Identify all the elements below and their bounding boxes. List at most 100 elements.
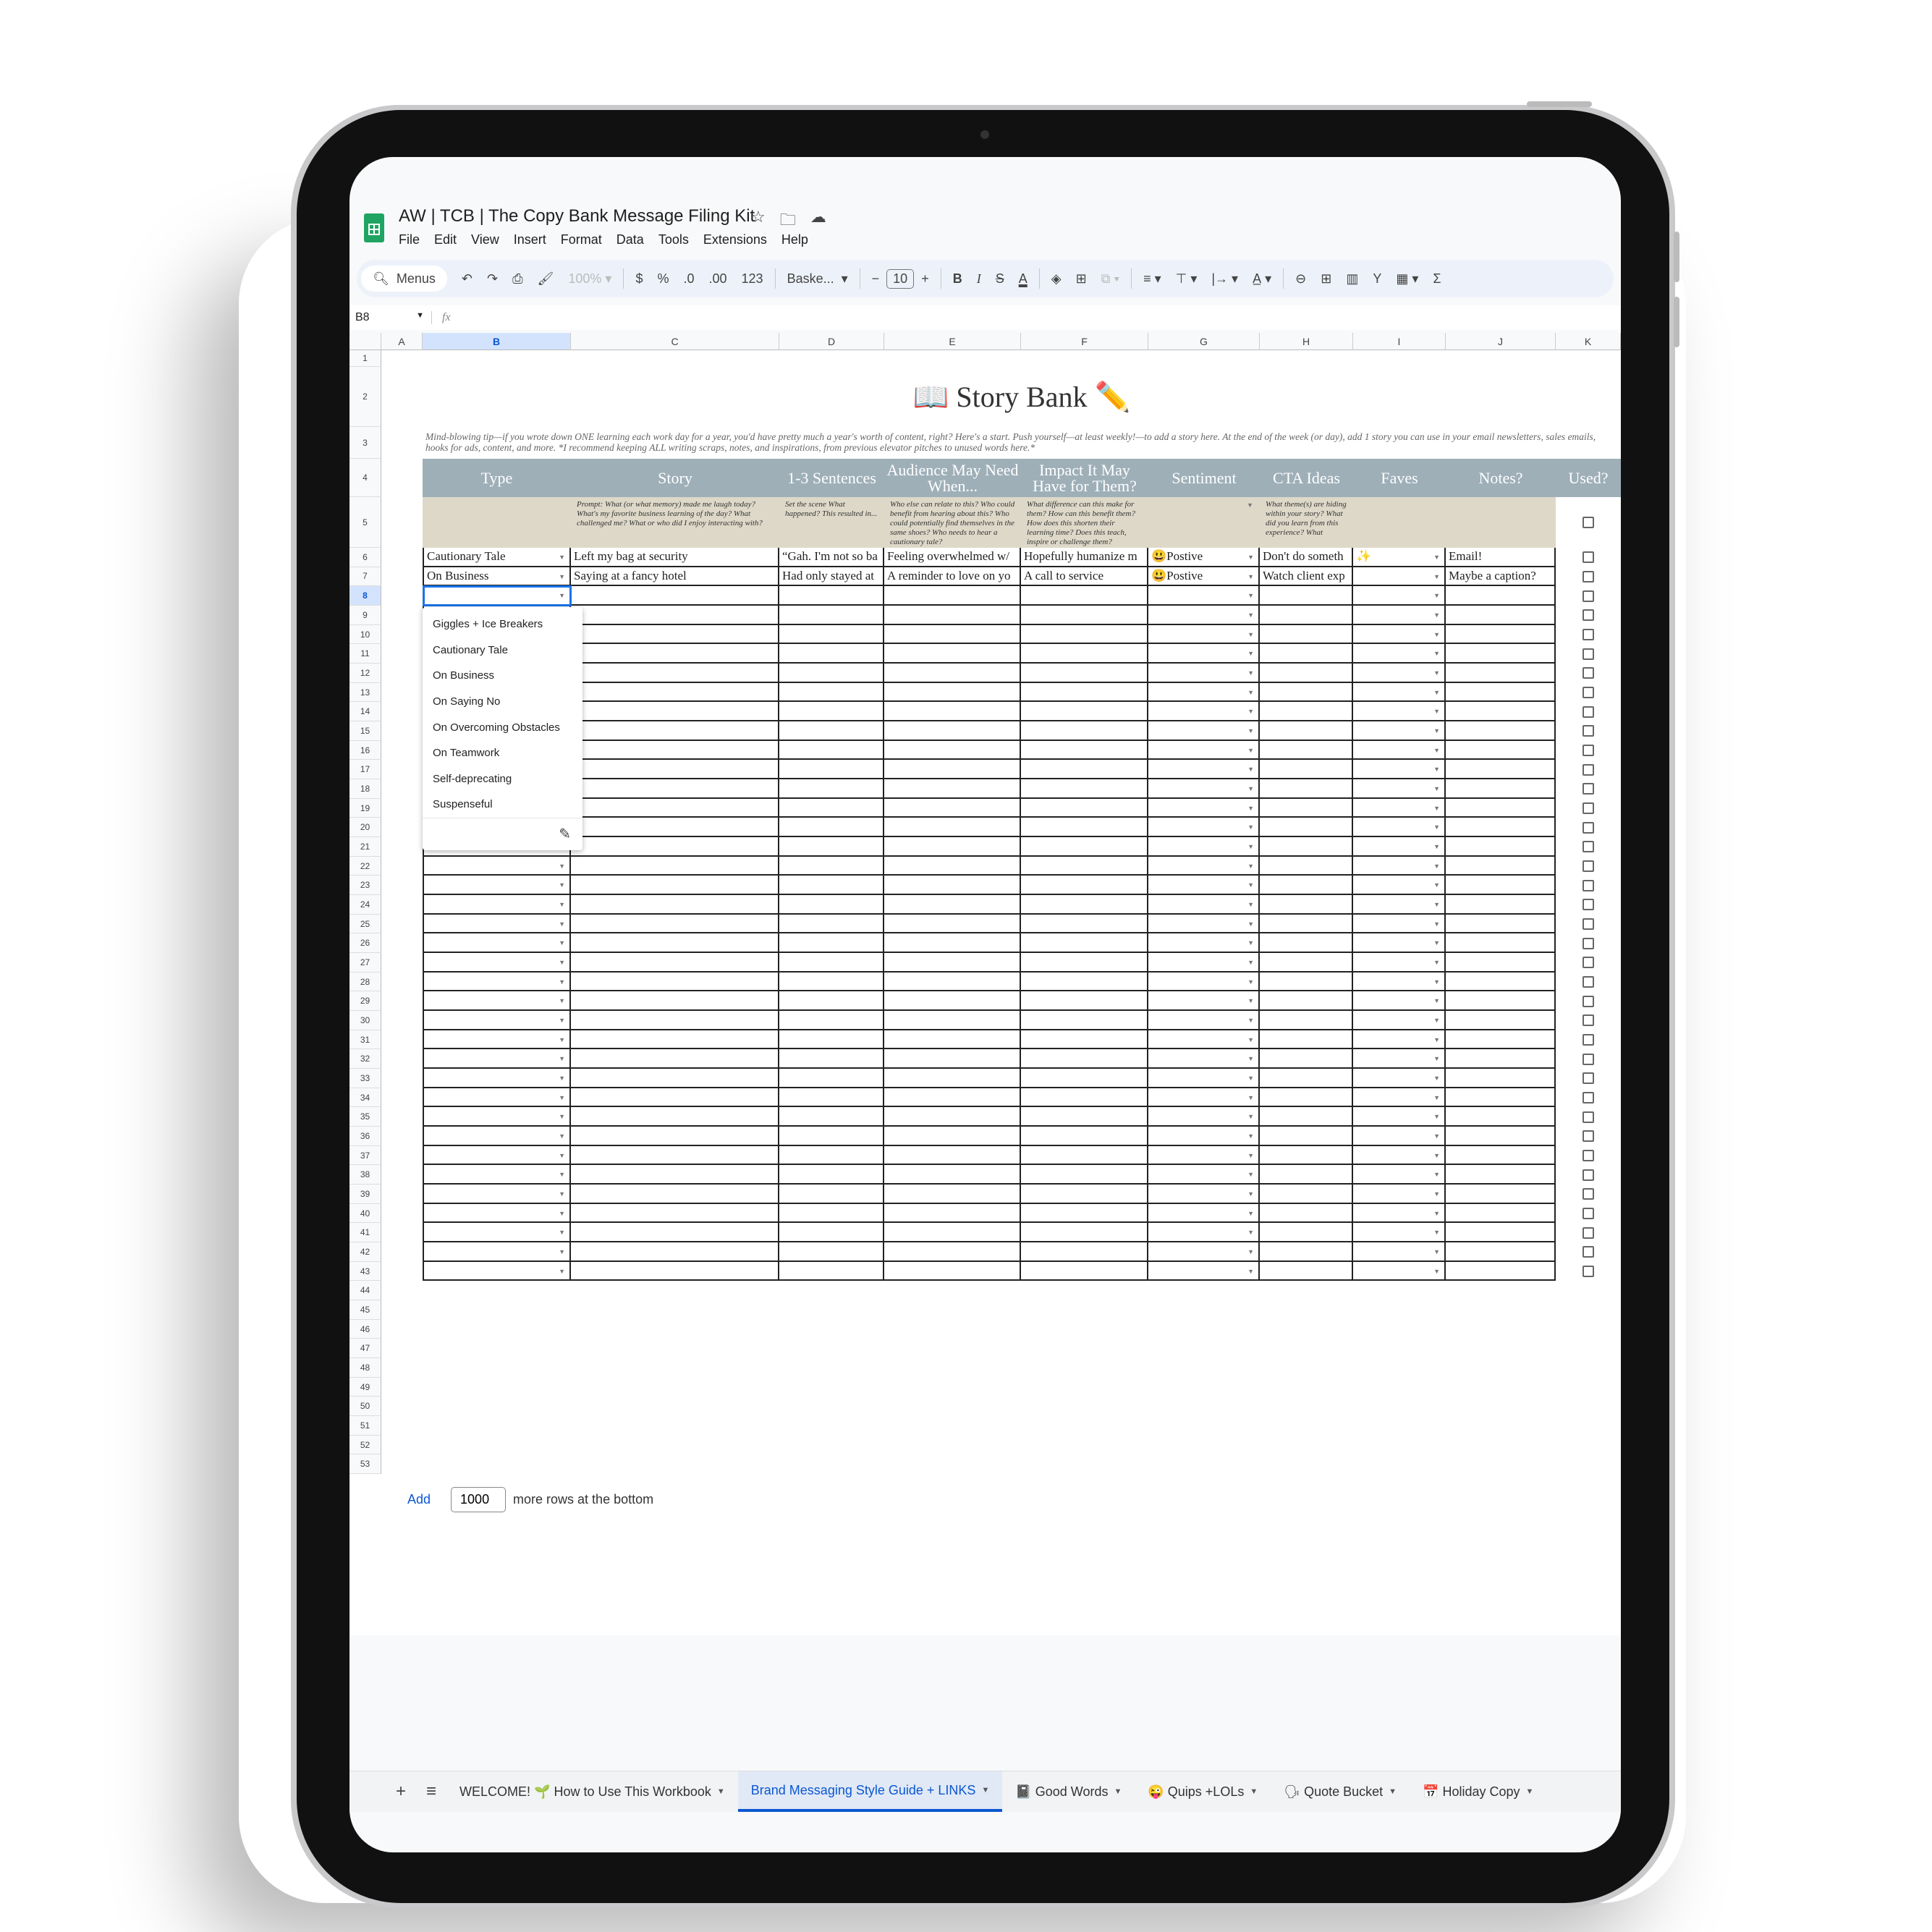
table-cell[interactable]: ▼ [423, 914, 571, 934]
table-cell[interactable]: ▼ [1353, 1107, 1446, 1127]
column-header-d[interactable]: D [779, 333, 884, 350]
table-cell[interactable]: ▼ [1353, 1088, 1446, 1108]
table-cell[interactable]: ▼ [1148, 1261, 1260, 1281]
table-cell[interactable] [884, 1088, 1021, 1108]
table-cell[interactable] [1260, 1107, 1353, 1127]
table-cell[interactable] [1021, 682, 1148, 703]
used-checkbox[interactable] [1583, 687, 1594, 699]
table-cell[interactable] [779, 779, 884, 799]
number-format-button[interactable]: 123 [734, 271, 771, 287]
search-menus[interactable]: 🔍︎ Menus [361, 266, 447, 292]
table-cell[interactable] [1021, 1223, 1148, 1243]
row-header[interactable]: 1 [349, 350, 381, 367]
table-cell[interactable] [884, 953, 1021, 973]
font-select[interactable]: Baske... ▾ [780, 271, 855, 287]
table-cell[interactable] [1446, 856, 1556, 876]
table-cell[interactable]: ▼ [1353, 856, 1446, 876]
dropdown-arrow-icon[interactable]: ▼ [559, 978, 565, 986]
dropdown-arrow-icon[interactable]: ▼ [1433, 1113, 1440, 1120]
table-cell[interactable] [1021, 779, 1148, 799]
row-header[interactable]: 7 [349, 567, 381, 587]
table-cell[interactable] [779, 740, 884, 760]
used-checkbox[interactable] [1583, 551, 1594, 564]
dropdown-arrow-icon[interactable]: ▼ [1433, 1190, 1440, 1198]
table-cell[interactable]: ▼ [1148, 1049, 1260, 1069]
sheet-tab[interactable]: 📓 Good Words ▼ [1002, 1771, 1135, 1812]
filter-icon[interactable]: Y [1365, 271, 1389, 287]
table-cell[interactable] [1446, 606, 1556, 625]
dropdown-arrow-icon[interactable]: ▼ [1247, 501, 1617, 509]
used-checkbox[interactable] [1583, 937, 1594, 949]
table-cell[interactable]: ▼ [1353, 624, 1446, 645]
dropdown-arrow-icon[interactable]: ▼ [1247, 689, 1254, 696]
table-cell[interactable] [1446, 953, 1556, 973]
row-header[interactable]: 34 [349, 1088, 381, 1108]
dropdown-arrow-icon[interactable]: ▼ [559, 997, 565, 1004]
table-cell[interactable] [1446, 1223, 1556, 1243]
table-cell[interactable]: ▼ [1148, 933, 1260, 954]
table-cell[interactable] [1446, 972, 1556, 992]
table-cell[interactable]: ▼ [1148, 876, 1260, 896]
used-checkbox[interactable] [1583, 1226, 1594, 1239]
dropdown-arrow-icon[interactable]: ▼ [1247, 669, 1254, 677]
table-cell[interactable] [571, 1030, 779, 1050]
table-cell[interactable]: ▼ [1148, 798, 1260, 818]
horizontal-align-icon[interactable]: ≡ ▾ [1136, 271, 1169, 287]
used-checkbox[interactable] [1583, 976, 1594, 988]
table-cell[interactable]: ▼ [1353, 1049, 1446, 1069]
percent-button[interactable]: % [650, 271, 676, 287]
table-cell[interactable] [571, 624, 779, 645]
document-title[interactable]: AW | TCB | The Copy Bank Message Filing … [399, 206, 755, 226]
table-cell[interactable] [1446, 933, 1556, 954]
table-cell[interactable] [1446, 1242, 1556, 1262]
table-cell[interactable] [779, 1049, 884, 1069]
pencil-icon[interactable]: ✎ [559, 825, 571, 843]
row-header[interactable]: 43 [349, 1261, 381, 1281]
table-cell[interactable] [1260, 933, 1353, 954]
used-checkbox[interactable] [1583, 629, 1594, 640]
table-cell[interactable]: ▼ [1353, 798, 1446, 818]
used-checkbox[interactable] [1583, 1130, 1594, 1143]
table-cell[interactable]: ▼ [1353, 1165, 1446, 1185]
table-cell[interactable]: ▼ [1353, 682, 1446, 703]
dropdown-arrow-icon[interactable]: ▼ [559, 573, 565, 580]
row-header[interactable]: 44 [349, 1281, 381, 1301]
dropdown-arrow-icon[interactable]: ▼ [559, 881, 565, 889]
table-cell[interactable] [1021, 1069, 1148, 1088]
table-cell[interactable]: ▼ [1353, 606, 1446, 625]
table-cell[interactable] [1260, 1165, 1353, 1185]
table-cell[interactable] [884, 624, 1021, 645]
table-cell[interactable] [884, 1261, 1021, 1281]
move-folder-icon[interactable]: 🗀 [780, 208, 796, 235]
used-checkbox[interactable] [1583, 1188, 1594, 1200]
table-cell[interactable]: ▼ [423, 933, 571, 954]
dropdown-arrow-icon[interactable]: ▼ [1433, 1229, 1440, 1236]
sheet-tab[interactable]: 😜 Quips +LOLs ▼ [1135, 1771, 1271, 1812]
table-cell[interactable] [779, 1185, 884, 1204]
dropdown-arrow-icon[interactable]: ▼ [1433, 785, 1440, 792]
table-cell[interactable] [779, 644, 884, 664]
row-header[interactable]: 17 [349, 760, 381, 780]
menu-data[interactable]: Data [617, 232, 644, 247]
table-cell[interactable] [1260, 740, 1353, 760]
table-cell[interactable] [884, 1107, 1021, 1127]
table-cell[interactable]: “Gah. I'm not so ba [779, 548, 884, 567]
table-cell[interactable] [1260, 1030, 1353, 1050]
table-cell[interactable]: ▼ [423, 1030, 571, 1050]
used-checkbox[interactable] [1583, 1208, 1594, 1220]
table-cell[interactable] [1446, 895, 1556, 915]
table-cell[interactable] [1021, 760, 1148, 780]
row-header[interactable]: 24 [349, 895, 381, 915]
column-header-e[interactable]: E [884, 333, 1021, 350]
row-header[interactable]: 22 [349, 856, 381, 876]
table-cell[interactable]: On Business ▼ [423, 567, 571, 587]
dropdown-arrow-icon[interactable]: ▼ [1247, 650, 1254, 657]
table-cell[interactable]: ▼ [423, 1069, 571, 1088]
table-cell[interactable] [779, 914, 884, 934]
table-cell[interactable] [1021, 1203, 1148, 1224]
table-cell[interactable]: ▼ [423, 895, 571, 915]
row-header[interactable]: 39 [349, 1185, 381, 1204]
table-cell[interactable] [779, 664, 884, 683]
dropdown-arrow-icon[interactable]: ▼ [1433, 766, 1440, 773]
table-cell[interactable] [1260, 1261, 1353, 1281]
